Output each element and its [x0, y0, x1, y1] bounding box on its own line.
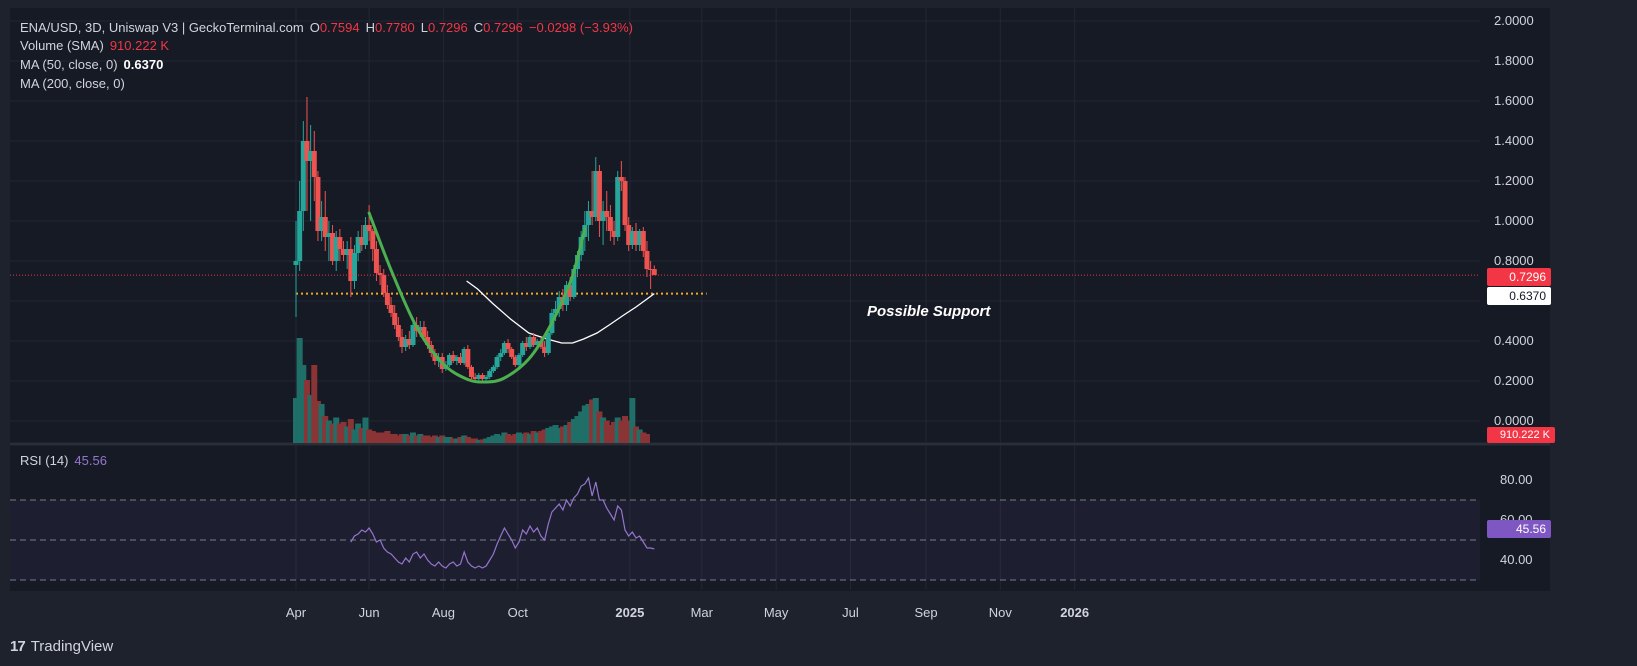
low-key: L: [420, 20, 428, 35]
close-key: C: [473, 20, 484, 35]
price-tick-label: 1.6000: [1494, 93, 1534, 108]
candle-body: [640, 231, 646, 251]
candle-body: [644, 251, 650, 269]
rsi-legend[interactable]: RSI (14) 45.56: [20, 453, 107, 468]
close-value: 0.7296: [483, 20, 523, 35]
candle-body: [366, 225, 372, 231]
candle-body: [490, 367, 496, 371]
candle-body: [622, 181, 628, 225]
low-value: 0.7296: [427, 20, 468, 35]
rsi-band-fill: [10, 499, 1480, 581]
volume-value: 910.222 K: [109, 38, 170, 53]
candle-body: [395, 325, 401, 337]
volume-label: Volume (SMA): [20, 38, 104, 53]
time-tick-label: Oct: [507, 605, 528, 620]
rsi-label: RSI (14): [20, 453, 69, 468]
candle-body: [483, 377, 489, 379]
change-value: −0.0298 (−3.93%): [528, 20, 633, 35]
price-tick-label: 1.4000: [1494, 133, 1534, 148]
candle-body: [351, 253, 357, 281]
candle-body: [377, 273, 383, 275]
price-tick-label: 0.4000: [1494, 333, 1534, 348]
candle-body: [498, 353, 504, 357]
time-tick-label: May: [763, 605, 789, 620]
rsi-value: 45.56: [74, 453, 107, 468]
ma50-value: 0.6370: [123, 57, 164, 72]
candle-body: [651, 269, 657, 276]
time-tick-label: Jun: [358, 605, 380, 620]
rsi-tick-label: 80.00: [1500, 472, 1533, 487]
ma200-label: MA (200, close, 0): [20, 76, 125, 91]
price-tick-label: 1.0000: [1494, 213, 1534, 228]
candle-body: [487, 371, 493, 377]
candle-body: [516, 355, 522, 365]
rsi-badge: 45.56: [1487, 520, 1551, 538]
candle-body: [494, 357, 500, 367]
candle-body: [373, 249, 379, 273]
candle-body: [388, 305, 394, 313]
time-tick-label: Aug: [431, 605, 455, 620]
time-tick-label: 2026: [1060, 605, 1090, 620]
price-tick-label: 1.2000: [1494, 173, 1534, 188]
tradingview-name: TradingView: [30, 638, 114, 655]
ma50-label: MA (50, close, 0): [20, 57, 118, 72]
candle-body: [604, 211, 610, 217]
candle-body: [297, 211, 303, 261]
candle-body: [392, 313, 398, 325]
symbol-title[interactable]: ENA/USD, 3D, Uniswap V3 | GeckoTerminal.…: [20, 20, 304, 35]
price-tick-label: 0.0000: [1494, 413, 1534, 428]
support-annotation[interactable]: Possible Support: [867, 303, 990, 320]
candle-body: [465, 349, 471, 367]
tradingview-mark-icon: 17: [10, 638, 26, 655]
ohlc-legend: ENA/USD, 3D, Uniswap V3 | GeckoTerminal.…: [20, 20, 633, 35]
candle-body: [468, 367, 474, 377]
tradingview-logo[interactable]: 17 TradingView: [10, 638, 113, 655]
rsi-tick-label: 40.00: [1500, 552, 1533, 567]
ma50-price-badge: 0.6370: [1487, 287, 1551, 305]
chart-frame: ENA/USD, 3D, Uniswap V3 | GeckoTerminal.…: [0, 0, 1637, 666]
high-key: H: [365, 20, 375, 35]
candle-body: [381, 275, 387, 293]
candle-body: [607, 217, 613, 231]
volume-badge: 910.222 K: [1487, 427, 1555, 443]
price-tick-label: 0.2000: [1494, 373, 1534, 388]
time-tick-label: Jul: [842, 605, 859, 620]
candle-body: [370, 231, 376, 249]
candle-body: [311, 151, 317, 177]
ma200-legend[interactable]: MA (200, close, 0): [20, 76, 125, 91]
price-tick-label: 0.8000: [1494, 253, 1534, 268]
candle-body: [509, 349, 515, 357]
time-tick-label: Sep: [914, 605, 938, 620]
ma50-legend[interactable]: MA (50, close, 0) 0.6370: [20, 57, 163, 72]
open-value: 0.7594: [319, 20, 360, 35]
time-tick-label: Nov: [988, 605, 1012, 620]
candle-body: [545, 333, 551, 353]
volume-legend[interactable]: Volume (SMA) 910.222 K: [20, 38, 169, 53]
candle-body: [337, 237, 343, 249]
volume-bar: [643, 434, 650, 443]
price-tick-label: 1.8000: [1494, 53, 1534, 68]
time-tick-label: Mar: [690, 605, 713, 620]
open-key: O: [309, 20, 320, 35]
candle-body: [293, 261, 299, 265]
chart-canvas[interactable]: [0, 0, 1637, 666]
candle-body: [615, 177, 621, 237]
price-tick-label: 2.0000: [1494, 13, 1534, 28]
high-value: 0.7780: [374, 20, 415, 35]
candle-body: [618, 177, 624, 181]
time-tick-label: 2025: [615, 605, 645, 620]
time-tick-label: Apr: [285, 605, 307, 620]
last-price-badge: 0.7296: [1487, 268, 1551, 286]
price-pane[interactable]: [10, 8, 1550, 442]
candle-body: [505, 343, 511, 349]
candle-body: [384, 293, 390, 305]
